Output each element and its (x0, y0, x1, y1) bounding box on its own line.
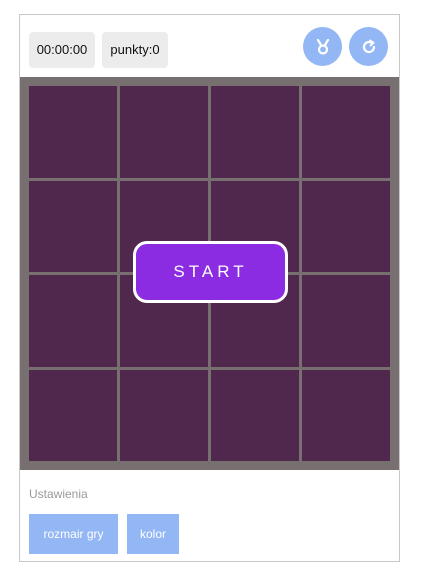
tile[interactable] (211, 369, 299, 461)
game-size-button[interactable]: rozmair gry (29, 514, 118, 554)
reset-icon (362, 39, 375, 53)
color-button[interactable]: kolor (127, 514, 179, 554)
tile[interactable] (302, 369, 390, 461)
tile[interactable] (302, 180, 390, 272)
tile[interactable] (29, 86, 117, 178)
tile[interactable] (29, 180, 117, 272)
medal-icon (316, 38, 329, 55)
settings-label: Ustawienia (29, 487, 88, 501)
top-bar: 00:00:00 punkty:0 (20, 15, 399, 77)
game-board: START (20, 77, 399, 470)
tile[interactable] (302, 275, 390, 367)
tile[interactable] (120, 369, 208, 461)
tile[interactable] (211, 86, 299, 178)
tile[interactable] (29, 275, 117, 367)
tile[interactable] (120, 86, 208, 178)
tile[interactable] (302, 86, 390, 178)
reset-button[interactable] (349, 27, 388, 66)
tile[interactable] (29, 369, 117, 461)
game-window: 00:00:00 punkty:0 START Ustawienia rozma… (19, 14, 400, 562)
leaderboard-button[interactable] (303, 27, 342, 66)
score-display: punkty:0 (102, 32, 168, 68)
timer-display: 00:00:00 (29, 32, 95, 68)
start-button[interactable]: START (133, 241, 288, 303)
